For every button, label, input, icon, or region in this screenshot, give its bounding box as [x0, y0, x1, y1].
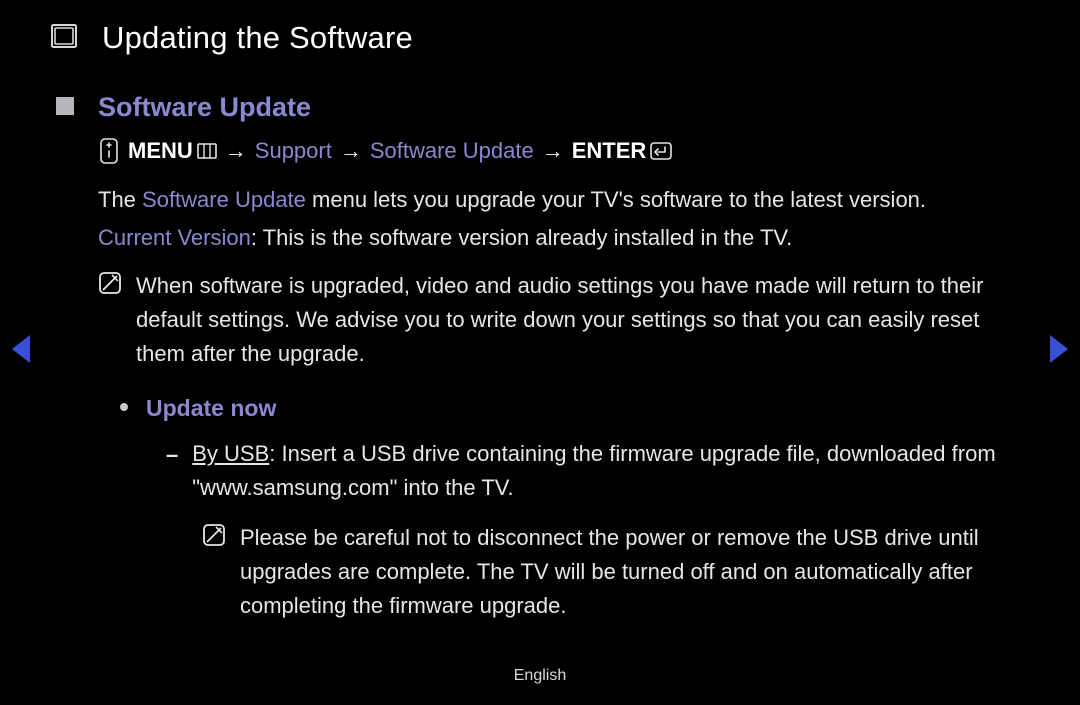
current-version-label: Current Version: [98, 225, 251, 250]
by-usb-label: By USB: [192, 441, 269, 466]
update-now-title: Update now: [146, 391, 276, 427]
remote-icon: [98, 137, 120, 165]
section-title: Software Update: [98, 92, 311, 123]
next-page-button[interactable]: [1050, 335, 1068, 363]
note-text-2: Please be careful not to disconnect the …: [240, 521, 1030, 623]
note-icon: [202, 523, 226, 557]
nav-support: Support: [255, 138, 332, 164]
path-arrow-1: →: [225, 138, 247, 164]
note-icon: [98, 271, 122, 305]
software-update-link: Software Update: [142, 187, 306, 212]
current-version-text: Current Version: This is the software ve…: [98, 221, 1030, 255]
nav-software-update: Software Update: [370, 138, 534, 164]
enter-button-label: ENTER: [572, 138, 673, 164]
book-icon: [50, 22, 78, 50]
menu-button-label: MENU: [128, 138, 217, 164]
path-arrow-3: →: [542, 138, 564, 164]
enter-icon: [650, 142, 672, 160]
menu-path: MENU → Support → Software Update → ENTER: [98, 137, 1030, 165]
by-usb-text: By USB: Insert a USB drive containing th…: [192, 437, 1030, 505]
manual-page: Updating the Software Software Update ME…: [0, 0, 1080, 705]
arrow-right-icon: [1050, 335, 1068, 363]
page-title: Updating the Software: [102, 20, 413, 56]
intro-text: The Software Update menu lets you upgrad…: [98, 183, 1030, 217]
note-text-1: When software is upgraded, video and aud…: [136, 269, 1030, 371]
prev-page-button[interactable]: [12, 335, 30, 363]
arrow-left-icon: [12, 335, 30, 363]
path-arrow-2: →: [340, 138, 362, 164]
square-bullet-icon: [56, 97, 74, 115]
dash-icon: –: [166, 438, 178, 472]
bullet-dot-icon: [120, 403, 128, 411]
footer-language: English: [0, 667, 1080, 685]
menu-icon: [197, 143, 217, 159]
